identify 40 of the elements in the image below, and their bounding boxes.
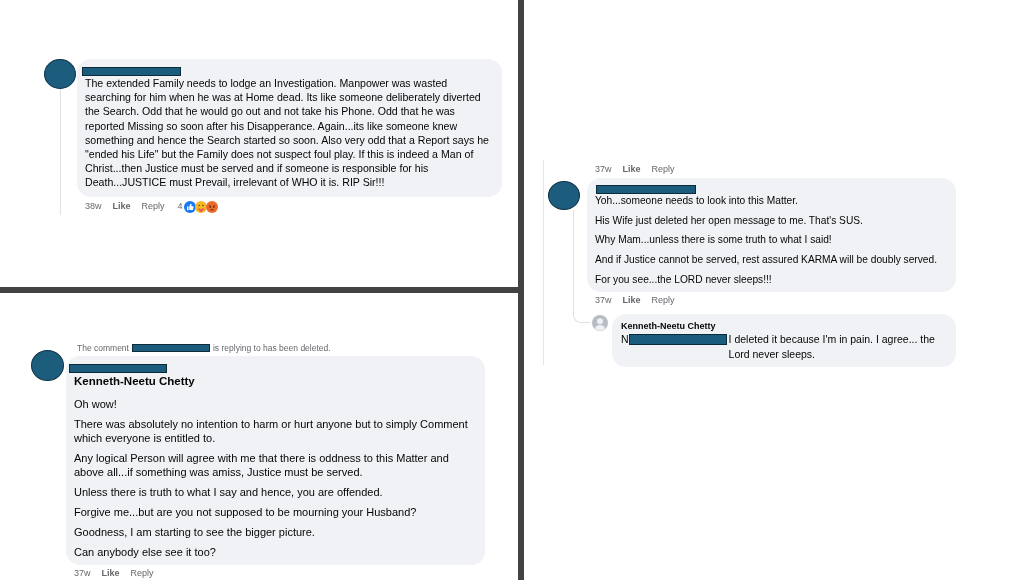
comment-time: 37w — [595, 294, 612, 306]
reply-link[interactable]: Reply — [130, 568, 154, 579]
comment-paragraph: Yoh...someone needs to look into this Matter. — [595, 194, 799, 208]
like-link[interactable]: Like — [112, 201, 131, 213]
reply-link[interactable]: Reply — [141, 201, 165, 213]
comment-paragraph: Any logical Person will agree with me that there is oddness to this Matter and above all...if something was amiss, Justice must be served. — [74, 451, 450, 479]
author-name[interactable]: Kenneth-Neetu Chetty — [74, 374, 475, 388]
deleted-notice-text: The comment — [77, 343, 129, 353]
avatar-icon — [31, 350, 64, 381]
comment-paragraph: Forgive me...but are you not supposed to be mourning your Husband? — [74, 505, 418, 519]
reaction-count: 4 — [177, 201, 183, 213]
hug-emoji-icon — [194, 200, 207, 213]
like-link[interactable]: Like — [101, 568, 120, 579]
comment-paragraph: His Wife just deleted her open message to me. That's SUS. — [595, 213, 864, 228]
reply-connector — [573, 309, 590, 323]
comment-paragraph: There was absolutely no intention to harm or hurt anyone but to simply Comment which everyone is entitled to. — [74, 417, 469, 445]
comment-time: 37w — [74, 568, 91, 579]
like-link[interactable]: Like — [622, 294, 641, 306]
comment-paragraph: Oh wow! — [74, 397, 118, 411]
comment-paragraph: Why Mam...unless there is some truth to what I said! — [595, 233, 833, 248]
reply-link[interactable]: Reply — [651, 164, 675, 175]
reply-text: I deleted it because I'm in pain. I agree... the Lord never sleeps. — [728, 331, 936, 362]
avatar-silhouette-icon — [592, 314, 608, 331]
comment-time: 37w — [595, 164, 612, 175]
thumbs-up-icon — [183, 200, 196, 213]
avatar-icon — [548, 181, 580, 210]
angry-emoji-icon — [205, 200, 218, 213]
comment-paragraph: Unless there is truth to what I say and hence, you are offended. — [74, 485, 384, 499]
comment-text: The extended Family needs to lodge an Investigation. Manpower was wasted searching for him when he was at Home dead. Its like someone deliberately diverted the Search. Odd that he would go out and not take his Phone. Odd that he was reported Missing so soon after his Disapperance. Again...its like someone knew something and hence the Search started so soon. Also very odd that a Report says he "ended his Life" but the Family does not suspect foul play. If this is indeed a Man of Christ...then Justice must be served and if someone is responsible for his Death...JUSTICE must Prevail, irrelevant of WHO it is. RIP Sir!!! — [85, 76, 490, 190]
deleted-notice-text: is replying to has been deleted. — [212, 343, 331, 353]
comment-paragraph: Goodness, I am starting to see the bigger picture. — [74, 525, 316, 539]
comment-paragraph: For you see...the LORD never sleeps!!! — [595, 272, 773, 287]
avatar-icon — [44, 59, 76, 89]
comment-paragraph: And if Justice cannot be served, rest assured KARMA will be doubly served. — [595, 253, 939, 268]
comment-time: 38w — [85, 201, 102, 213]
author-name[interactable]: Kenneth-Neetu Chetty — [621, 319, 946, 332]
comment-paragraph: Can anybody else see it too? — [74, 545, 217, 559]
reply-link[interactable]: Reply — [651, 294, 675, 306]
name-fragment: N — [621, 331, 629, 347]
like-link[interactable]: Like — [622, 164, 641, 175]
